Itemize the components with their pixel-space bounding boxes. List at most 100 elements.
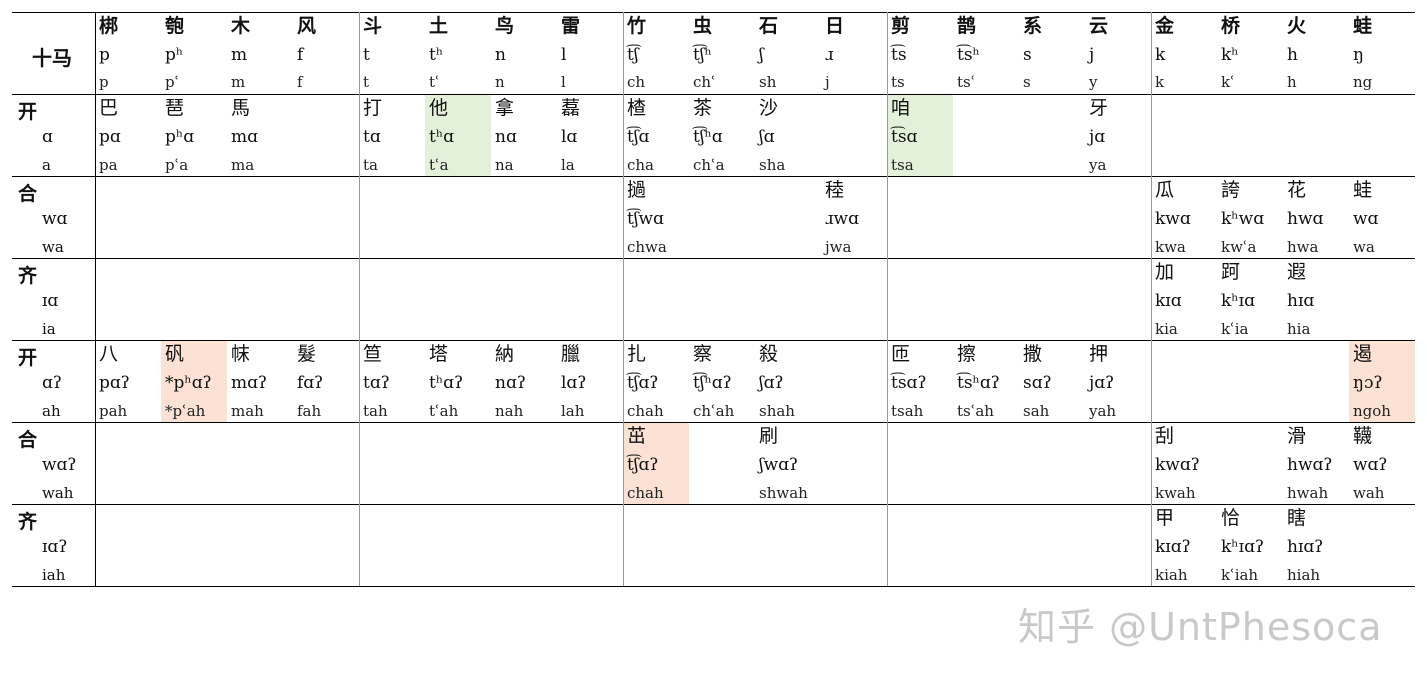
syllable-ipa: tʰɑ <box>429 127 455 147</box>
syllable-ipa: pʰɑ <box>165 127 195 147</box>
initial-ipa: ʃ <box>759 45 764 65</box>
syllable-char: 茁 <box>627 425 647 447</box>
initial-ipa: n <box>495 45 506 65</box>
syllable-ipa: hɪɑ <box>1287 291 1315 311</box>
syllable-char: 稑 <box>825 179 845 201</box>
syllable-ipa: *pʰɑʔ <box>165 373 212 393</box>
syllable-char: 押 <box>1089 343 1109 365</box>
initial-char: 虫 <box>693 15 713 37</box>
syllable-rom: kia <box>1155 320 1178 338</box>
initial-rom: f <box>297 73 303 91</box>
syllable-char: 撒 <box>1023 343 1043 365</box>
syllable-rom: fah <box>297 402 322 420</box>
initial-rom: m <box>231 73 246 91</box>
group-divider <box>623 12 624 586</box>
syllable-char: 刷 <box>759 425 779 447</box>
syllable-rom: tsah <box>891 402 924 420</box>
syllable-rom: wah <box>1353 484 1385 502</box>
row-final-name: 合 <box>18 183 38 205</box>
initial-rom: tsʿ <box>957 73 976 91</box>
initial-rom: tʿ <box>429 73 440 91</box>
initial-ipa: t <box>363 45 370 65</box>
syllable-ipa: jɑ <box>1089 127 1106 147</box>
initial-rom: kʿ <box>1221 73 1235 91</box>
syllable-rom: tʿa <box>429 156 449 174</box>
syllable-char: 殺 <box>759 343 779 365</box>
syllable-ipa: pɑ <box>99 127 121 147</box>
syllable-rom: shwah <box>759 484 808 502</box>
rime-table: 十马 梆 p p 匏 pʰ pʿ 木 m m 风 f f 斗 t t 土 tʰ tʿ 鸟 n n 雷 l l 竹 t͡ʃ ch 虫 t͡… <box>12 12 1415 587</box>
initial-char: 匏 <box>165 15 185 37</box>
syllable-char: 髮 <box>297 343 317 365</box>
syllable-char: 巴 <box>99 97 119 119</box>
initial-char: 木 <box>231 15 251 37</box>
syllable-char: 誇 <box>1221 179 1241 201</box>
initial-ipa: t͡ʃʰ <box>693 45 712 65</box>
syllable-char: 帓 <box>231 343 251 365</box>
syllable-ipa: kwɑ <box>1155 209 1191 229</box>
syllable-rom: yah <box>1089 402 1117 420</box>
syllable-rom: kwʿa <box>1221 238 1257 256</box>
syllable-char: 遐 <box>1287 261 1307 283</box>
syllable-ipa: kwɑʔ <box>1155 455 1200 475</box>
row-divider <box>12 94 1415 95</box>
initial-ipa: h <box>1287 45 1298 65</box>
syllable-ipa: hwɑ <box>1287 209 1324 229</box>
initial-ipa: ŋ <box>1353 45 1364 65</box>
syllable-rom: kiah <box>1155 566 1188 584</box>
syllable-rom: ya <box>1089 156 1107 174</box>
row-divider <box>12 504 1415 505</box>
row-final-ipa: ɑ <box>42 127 53 147</box>
top-rule <box>12 12 1415 13</box>
initial-rom: t <box>363 73 370 91</box>
corner-label: 十马 <box>32 46 72 70</box>
syllable-ipa: nɑ <box>495 127 517 147</box>
row-final-name: 开 <box>18 347 38 369</box>
initial-char: 斗 <box>363 15 383 37</box>
syllable-rom: kʿiah <box>1221 566 1259 584</box>
syllable-ipa: lɑ <box>561 127 578 147</box>
initial-char: 石 <box>759 15 779 37</box>
syllable-ipa: t͡ʃɑʔ <box>627 455 659 475</box>
initial-rom: chʿ <box>693 73 716 91</box>
syllable-char: 塔 <box>429 343 449 365</box>
row-final-name: 开 <box>18 101 38 123</box>
header-col-divider <box>95 12 96 586</box>
syllable-rom: wa <box>1353 238 1375 256</box>
syllable-char: 撾 <box>627 179 647 201</box>
syllable-ipa: t͡sɑ <box>891 127 918 147</box>
syllable-ipa: kʰwɑ <box>1221 209 1265 229</box>
syllable-ipa: pɑʔ <box>99 373 130 393</box>
syllable-rom: nah <box>495 402 524 420</box>
syllable-ipa: fɑʔ <box>297 373 324 393</box>
initial-rom: l <box>561 73 566 91</box>
syllable-char: 納 <box>495 343 515 365</box>
syllable-rom: tsa <box>891 156 914 174</box>
syllable-ipa: t͡ʃɑʔ <box>627 373 659 393</box>
initial-char: 鸟 <box>495 15 515 37</box>
syllable-char: 匝 <box>891 343 911 365</box>
initial-rom: j <box>825 73 830 91</box>
syllable-rom: tsʿah <box>957 402 994 420</box>
syllable-char: 臘 <box>561 343 581 365</box>
syllable-ipa: t͡ʃʰɑ <box>693 127 723 147</box>
syllable-char: 滑 <box>1287 425 1307 447</box>
row-final-ipa: wɑʔ <box>42 455 77 475</box>
initial-ipa: t͡s <box>891 45 907 65</box>
row-final-rom: iah <box>42 566 66 584</box>
initial-ipa: f <box>297 45 304 65</box>
syllable-rom: sha <box>759 156 786 174</box>
syllable-ipa: t͡sɑʔ <box>891 373 927 393</box>
syllable-rom: kwa <box>1155 238 1186 256</box>
row-final-ipa: wɑ <box>42 209 68 229</box>
row-divider <box>12 176 1415 177</box>
syllable-rom: tʿah <box>429 402 459 420</box>
syllable-rom: hia <box>1287 320 1311 338</box>
syllable-char: 花 <box>1287 179 1307 201</box>
syllable-char: 琶 <box>165 97 185 119</box>
initial-rom: ch <box>627 73 646 91</box>
initial-rom: y <box>1089 73 1098 91</box>
syllable-rom: *pʿah <box>165 402 206 420</box>
row-final-rom: ah <box>42 402 61 420</box>
syllable-rom: ma <box>231 156 255 174</box>
